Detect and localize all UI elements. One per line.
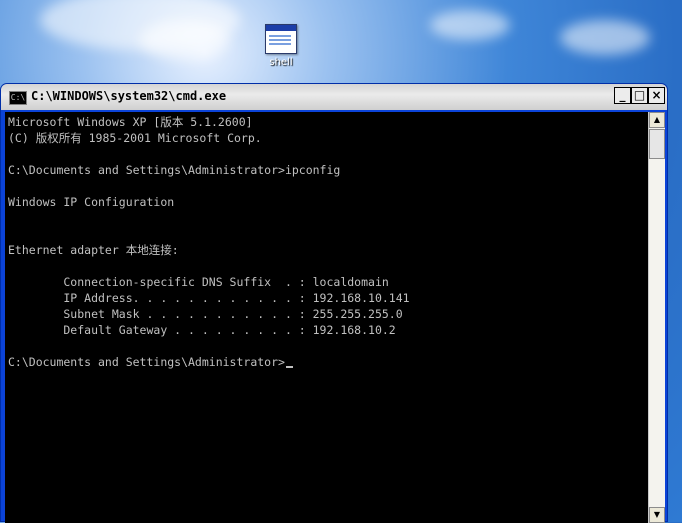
console-line: IP Address. . . . . . . . . . . . : 192.… [8,291,410,305]
window-app-icon [265,24,297,54]
sky-cloud [560,20,650,55]
text-cursor [285,366,293,368]
close-button[interactable]: × [648,87,665,104]
console-line: Subnet Mask . . . . . . . . . . . : 255.… [8,307,403,321]
console-output[interactable]: Microsoft Windows XP [版本 5.1.2600] (C) 版… [5,112,648,523]
sky-cloud [140,20,230,60]
window-title: C:\WINDOWS\system32\cmd.exe [31,89,227,103]
scroll-down-arrow-icon[interactable]: ▼ [649,507,665,523]
prompt-text: C:\Documents and Settings\Administrator> [8,355,285,369]
desktop-icon-shell[interactable]: shell [258,24,304,68]
console-app-icon[interactable]: C:\ [9,91,27,105]
scroll-up-arrow-icon[interactable]: ▲ [649,112,665,128]
desktop-icon-label: shell [269,57,293,68]
scroll-thumb[interactable] [649,129,665,159]
title-bar[interactable]: C:\ C:\WINDOWS\system32\cmd.exe _ □ × [1,84,667,110]
cmd-window: C:\ C:\WINDOWS\system32\cmd.exe _ □ × Mi… [0,83,668,523]
minimize-button[interactable]: _ [614,87,631,104]
console-line: Microsoft Windows XP [版本 5.1.2600] [8,115,253,129]
console-line: Windows IP Configuration [8,195,175,209]
vertical-scrollbar[interactable]: ▲ ▼ [648,112,665,523]
console-line: Connection-specific DNS Suffix . : local… [8,275,389,289]
console-line: (C) 版权所有 1985-2001 Microsoft Corp. [8,131,262,145]
console-prompt-line: C:\Documents and Settings\Administrator> [8,354,293,370]
maximize-button[interactable]: □ [631,87,648,104]
console-line: C:\Documents and Settings\Administrator>… [8,163,341,177]
sky-cloud [430,10,510,40]
console-line: Ethernet adapter 本地连接: [8,243,179,257]
console-line: Default Gateway . . . . . . . . . : 192.… [8,323,396,337]
